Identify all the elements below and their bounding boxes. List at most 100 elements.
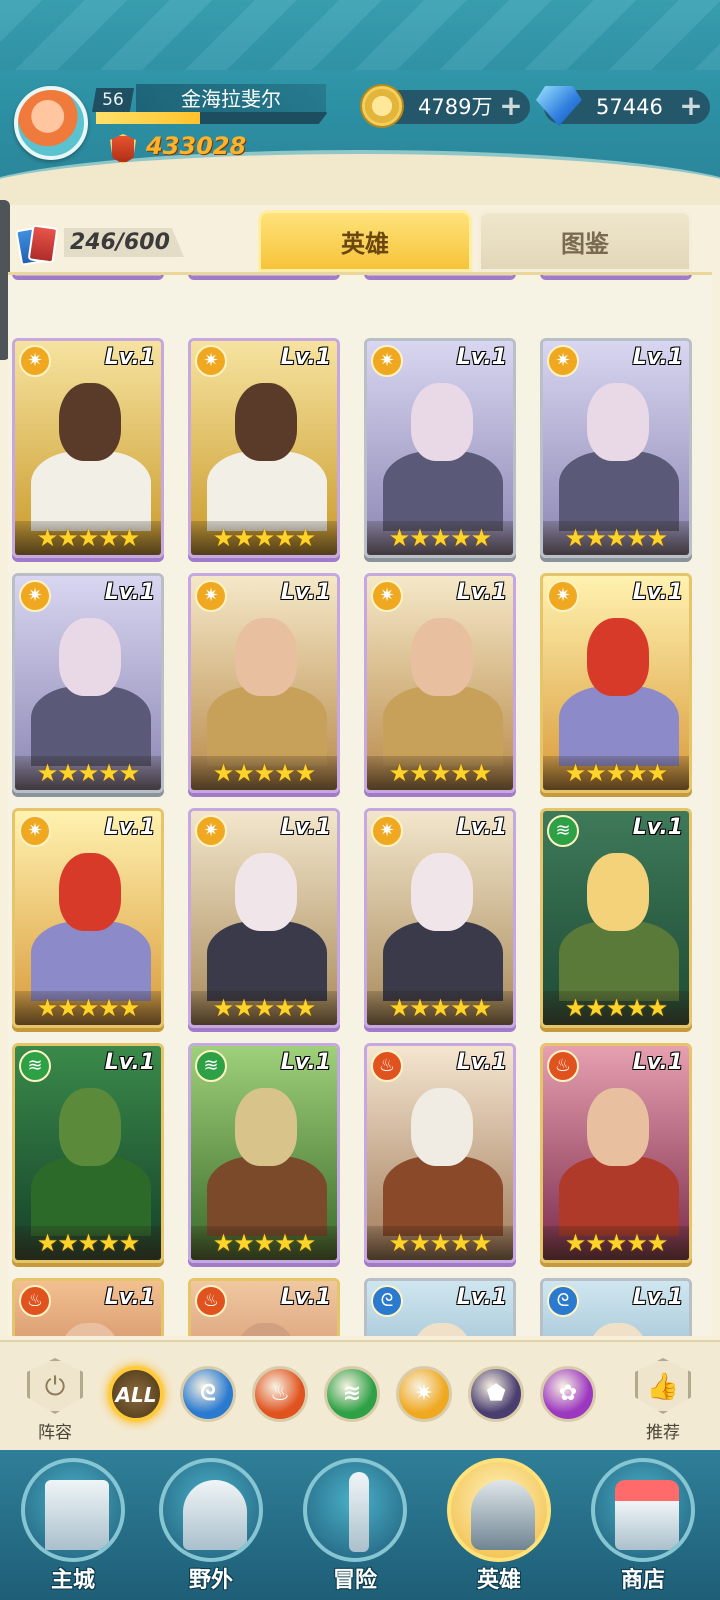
star-rating: ★★★★★ bbox=[191, 1226, 337, 1260]
power-value: 433028 bbox=[146, 132, 247, 160]
hero-card[interactable]: ✷ Lv.1 ★★★★★ bbox=[188, 573, 340, 793]
add-gems-button[interactable]: + bbox=[678, 92, 704, 120]
fire-element-icon: ♨ bbox=[195, 1285, 227, 1317]
hero-card[interactable]: ✷ Lv.1 ★★★★★ bbox=[188, 808, 340, 1028]
tab-heroes[interactable]: 英雄 bbox=[258, 210, 472, 272]
hero-level: Lv.1 bbox=[280, 1285, 331, 1310]
hero-level: Lv.1 bbox=[632, 815, 683, 840]
helmet-icon bbox=[447, 1458, 551, 1562]
lineup-button[interactable]: ⏻ 阵容 bbox=[20, 1358, 90, 1443]
filter-arcane-icon[interactable]: ✿ bbox=[540, 1366, 596, 1422]
filter-bar: ⏻ 阵容 ALL ᘓ ♨ ≋ ✷ ⬟ ✿ 👍 推荐 bbox=[0, 1340, 720, 1450]
star-rating: ★★★★★ bbox=[191, 991, 337, 1025]
filter-dark-icon[interactable]: ⬟ bbox=[468, 1366, 524, 1422]
nav-heroes[interactable]: 英雄 bbox=[440, 1458, 558, 1598]
hero-level: Lv.1 bbox=[280, 1050, 331, 1075]
light-element-icon: ✷ bbox=[371, 580, 403, 612]
nav-wild[interactable]: 野外 bbox=[152, 1458, 270, 1598]
star-rating: ★★★★★ bbox=[15, 756, 161, 790]
hero-level: Lv.1 bbox=[104, 345, 155, 370]
star-rating: ★★★★★ bbox=[367, 1226, 513, 1260]
gem-value: 57446 bbox=[596, 95, 663, 119]
bottom-nav: 主城 野外 冒险 英雄 商店 bbox=[0, 1450, 720, 1600]
nav-wild-label: 野外 bbox=[188, 1568, 233, 1593]
star-rating: ★★★★★ bbox=[191, 272, 337, 273]
nav-adventure[interactable]: 冒险 bbox=[296, 1458, 414, 1598]
hero-card[interactable]: ★★★★★ bbox=[188, 272, 340, 276]
hero-portrait bbox=[191, 272, 337, 273]
hero-cards-icon bbox=[14, 224, 60, 266]
hero-level: Lv.1 bbox=[280, 815, 331, 840]
hero-card[interactable]: ♨ Lv.1 ★★★★★ bbox=[364, 1043, 516, 1263]
player-name: 金海拉斐尔 bbox=[136, 84, 326, 114]
star-rating: ★★★★★ bbox=[543, 272, 689, 273]
nav-shop-label: 商店 bbox=[620, 1568, 665, 1593]
hero-level: Lv.1 bbox=[456, 345, 507, 370]
player-avatar[interactable] bbox=[14, 86, 88, 160]
hero-portrait bbox=[543, 272, 689, 273]
star-rating: ★★★★★ bbox=[367, 272, 513, 273]
hero-card[interactable]: ᘓ Lv.1 bbox=[540, 1278, 692, 1336]
filter-water-icon[interactable]: ᘓ bbox=[180, 1366, 236, 1422]
lineup-icon: ⏻ bbox=[27, 1358, 83, 1414]
filter-all-button[interactable]: ALL bbox=[108, 1366, 164, 1422]
nav-adventure-label: 冒险 bbox=[332, 1568, 377, 1593]
star-rating: ★★★★★ bbox=[15, 272, 161, 273]
nav-main-city[interactable]: 主城 bbox=[14, 1458, 132, 1598]
hero-card[interactable]: ✷ Lv.1 ★★★★★ bbox=[12, 808, 164, 1028]
recommend-button[interactable]: 👍 推荐 bbox=[628, 1358, 698, 1443]
gold-counter: 4789万 + bbox=[360, 84, 530, 128]
fire-element-icon: ♨ bbox=[371, 1050, 403, 1082]
hero-level: Lv.1 bbox=[104, 815, 155, 840]
hero-card[interactable]: ♨ Lv.1 bbox=[12, 1278, 164, 1336]
filter-nature-icon[interactable]: ≋ bbox=[324, 1366, 380, 1422]
portal-icon bbox=[159, 1458, 263, 1562]
hero-card[interactable]: ✷ Lv.1 ★★★★★ bbox=[540, 338, 692, 558]
hero-card[interactable]: ✷ Lv.1 ★★★★★ bbox=[364, 808, 516, 1028]
filter-light-icon[interactable]: ✷ bbox=[396, 1366, 452, 1422]
light-element-icon: ✷ bbox=[547, 345, 579, 377]
hero-card[interactable]: ✷ Lv.1 ★★★★★ bbox=[364, 573, 516, 793]
hero-level: Lv.1 bbox=[632, 1285, 683, 1310]
hero-level: Lv.1 bbox=[104, 1285, 155, 1310]
light-element-icon: ✷ bbox=[19, 815, 51, 847]
star-rating: ★★★★★ bbox=[15, 991, 161, 1025]
nature-element-icon: ≋ bbox=[195, 1050, 227, 1082]
xp-bar-fill bbox=[96, 112, 201, 124]
hero-level: Lv.1 bbox=[280, 345, 331, 370]
hero-count-text: 246/600 bbox=[64, 228, 184, 257]
hero-card[interactable]: ≋ Lv.1 ★★★★★ bbox=[188, 1043, 340, 1263]
hero-card[interactable]: ✷ Lv.1 ★★★★★ bbox=[12, 338, 164, 558]
star-rating: ★★★★★ bbox=[367, 991, 513, 1025]
light-element-icon: ✷ bbox=[371, 345, 403, 377]
hero-card[interactable]: ≋ Lv.1 ★★★★★ bbox=[12, 1043, 164, 1263]
xp-bar bbox=[96, 112, 328, 124]
hero-level: Lv.1 bbox=[104, 580, 155, 605]
nav-heroes-label: 英雄 bbox=[476, 1568, 521, 1593]
hero-level: Lv.1 bbox=[104, 1050, 155, 1075]
hero-level: Lv.1 bbox=[456, 1050, 507, 1075]
hero-card[interactable]: ✷ Lv.1 ★★★★★ bbox=[188, 338, 340, 558]
hero-card[interactable]: ★★★★★ bbox=[364, 272, 516, 276]
hero-level: Lv.1 bbox=[632, 1050, 683, 1075]
hero-card[interactable]: ♨ Lv.1 bbox=[188, 1278, 340, 1336]
star-rating: ★★★★★ bbox=[191, 756, 337, 790]
hero-level: Lv.1 bbox=[632, 345, 683, 370]
tab-codex[interactable]: 图鉴 bbox=[478, 210, 692, 272]
hero-card[interactable]: ✷ Lv.1 ★★★★★ bbox=[364, 338, 516, 558]
filter-fire-icon[interactable]: ♨ bbox=[252, 1366, 308, 1422]
header-wave bbox=[0, 150, 720, 205]
hero-card[interactable]: ★★★★★ bbox=[12, 272, 164, 276]
hero-card[interactable]: ✷ Lv.1 ★★★★★ bbox=[12, 573, 164, 793]
hero-card[interactable]: ≋ Lv.1 ★★★★★ bbox=[540, 808, 692, 1028]
hero-card[interactable]: ᘓ Lv.1 bbox=[364, 1278, 516, 1336]
hero-card[interactable]: ♨ Lv.1 ★★★★★ bbox=[540, 1043, 692, 1263]
light-element-icon: ✷ bbox=[195, 815, 227, 847]
hero-card[interactable]: ✷ Lv.1 ★★★★★ bbox=[540, 573, 692, 793]
nature-element-icon: ≋ bbox=[19, 1050, 51, 1082]
gem-counter: 57446 + bbox=[536, 86, 710, 126]
hero-grid-panel[interactable]: ★★★★★ ★★★★★ ★★★★★ ★★★★★ ✷ Lv.1 ★★★★★ ✷ Lv.1 ★★★★★… bbox=[8, 272, 712, 1336]
add-gold-button[interactable]: + bbox=[498, 92, 524, 120]
hero-card[interactable]: ★★★★★ bbox=[540, 272, 692, 276]
nav-shop[interactable]: 商店 bbox=[584, 1458, 702, 1598]
